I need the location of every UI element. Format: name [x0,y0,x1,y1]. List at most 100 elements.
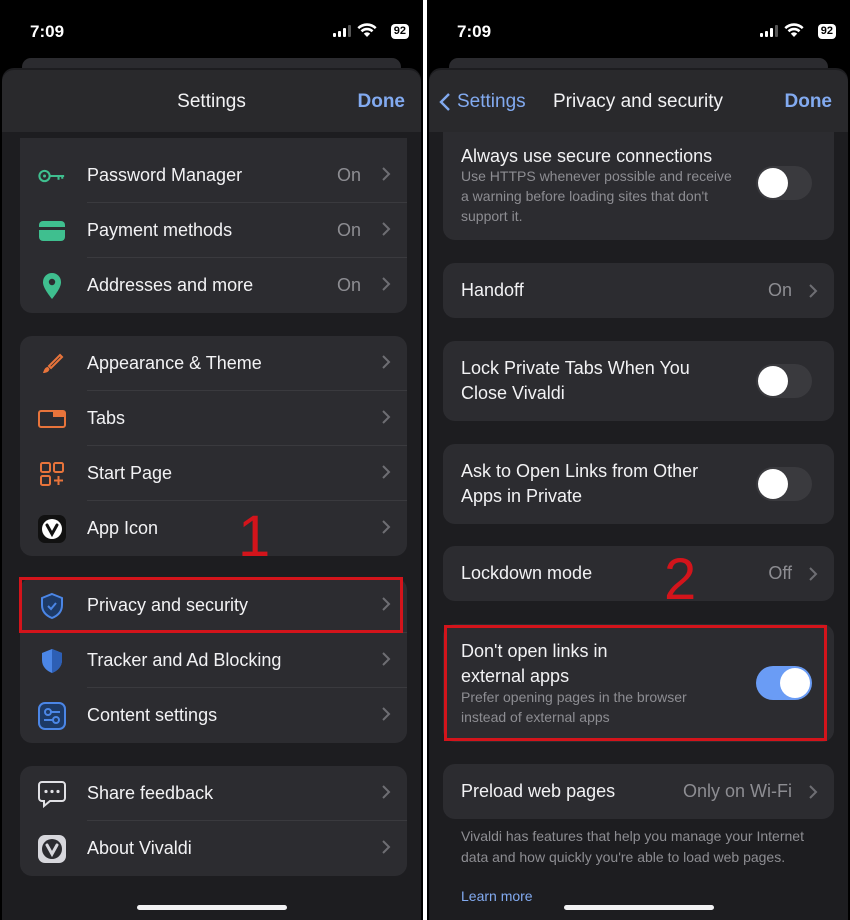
row-title: Preload web pages [461,781,616,801]
settings-row-about-vivaldi[interactable]: About Vivaldi [20,821,407,876]
about-settings-group: Share feedback About Vivaldi [20,766,407,876]
navigation-bar: Settings Privacy and security Done [429,70,848,132]
settings-row-app-icon[interactable]: App Icon [20,501,407,556]
tabs-icon [38,405,66,433]
settings-row-addresses[interactable]: Addresses and more On [20,258,407,313]
chevron-right-icon [809,785,818,799]
lockdown-mode-row[interactable]: Lockdown mode Off [443,546,834,601]
highlight-box-privacy [19,577,403,633]
ask-open-private-row: Ask to Open Links from Other Apps in Pri… [443,444,834,524]
row-label: About Vivaldi [87,838,192,858]
settings-row-password-manager[interactable]: Password Manager On [20,148,407,203]
back-label: Settings [457,91,526,112]
shield-blocker-icon [38,647,66,675]
appearance-settings-group: Appearance & Theme Tabs Start Page App I… [20,336,407,556]
row-label: Password Manager [87,165,243,185]
vivaldi-logo-icon [38,515,66,543]
row-title: Ask to Open Links from Other Apps in Pri… [461,461,699,506]
autofill-settings-group: Password Manager On Payment methods On A… [20,138,407,313]
chevron-right-icon [809,284,818,298]
chevron-right-icon [382,410,391,424]
row-label: Tracker and Ad Blocking [87,650,282,670]
row-label: Tabs [87,408,126,428]
row-subtitle: Use HTTPS whenever possible and receive … [461,168,732,224]
lock-private-tabs-toggle[interactable] [756,364,812,398]
lock-private-tabs-row: Lock Private Tabs When You Close Vivaldi [443,341,834,421]
preload-footer-text: Vivaldi has features that help you manag… [461,828,804,865]
chevron-right-icon [382,785,391,799]
handoff-row[interactable]: Handoff On [443,263,834,318]
chevron-left-icon [439,93,450,111]
left-screenshot: 7:09 92 Settings Done Password Manager O… [0,0,423,920]
navigation-bar: Settings Done [2,70,421,132]
settings-row-start-page[interactable]: Start Page [20,446,407,501]
step-number-1: 1 [238,504,271,569]
row-value: On [336,275,361,295]
row-label: Payment methods [87,220,233,240]
status-time: 7:09 [457,22,492,41]
row-label: Content settings [87,705,218,725]
row-label: Start Page [87,463,173,483]
chevron-right-icon [382,840,391,854]
key-icon [38,162,66,190]
chevron-right-icon [382,652,391,666]
ask-open-private-toggle[interactable] [756,467,812,501]
settings-row-share-feedback[interactable]: Share feedback [20,766,407,821]
settings-row-content-settings[interactable]: Content settings [20,688,407,743]
status-time: 7:09 [30,22,65,41]
chevron-right-icon [382,520,391,534]
done-button[interactable]: Done [785,91,833,113]
done-button[interactable]: Done [358,91,406,113]
wifi-icon [784,23,804,37]
row-title: Lock Private Tabs When You Close Vivaldi [461,358,690,403]
settings-row-appearance[interactable]: Appearance & Theme [20,336,407,391]
settings-row-payment-methods[interactable]: Payment methods On [20,203,407,258]
sliders-icon [38,702,66,730]
start-page-grid-icon [38,460,66,488]
row-title: Handoff [461,280,524,300]
learn-more-link[interactable]: Learn more [461,888,533,904]
chevron-right-icon [382,707,391,721]
row-label: Addresses and more [87,275,254,295]
secure-connections-row: Always use secure connections Use HTTPS … [443,132,834,240]
settings-row-tracker-blocking[interactable]: Tracker and Ad Blocking [20,633,407,688]
home-indicator [563,905,714,910]
status-bar: 7:09 92 [0,0,423,62]
row-value: On [336,165,361,185]
toggle-knob [758,366,788,396]
toggle-knob [758,469,788,499]
step-number-2: 2 [664,547,697,612]
row-label: Appearance & Theme [87,353,262,373]
right-screenshot: 7:09 92 Settings Privacy and security Do… [427,0,850,920]
cellular-signal-icon [760,25,778,37]
highlight-box-external-apps [444,625,827,741]
chevron-right-icon [382,355,391,369]
credit-card-icon [38,217,66,245]
status-bar: 7:09 92 [427,0,850,62]
chevron-right-icon [382,167,391,181]
settings-row-tabs[interactable]: Tabs [20,391,407,446]
preload-pages-row[interactable]: Preload web pages Only on Wi-Fi [443,764,834,819]
toggle-knob [758,168,788,198]
row-label: App Icon [87,518,159,538]
row-value: On [336,220,361,240]
location-pin-icon [38,272,66,300]
wifi-icon [357,23,377,37]
chevron-right-icon [382,465,391,479]
chevron-right-icon [809,567,818,581]
chevron-right-icon [382,222,391,236]
battery-indicator: 92 [390,24,409,39]
vivaldi-logo-icon [38,835,66,863]
row-value: On [767,280,792,300]
back-button[interactable]: Settings [439,91,526,113]
row-label: Share feedback [87,783,214,803]
row-value: Off [768,563,792,583]
battery-indicator: 92 [817,24,836,39]
row-title: Lockdown mode [461,563,593,583]
secure-connections-toggle[interactable] [756,166,812,200]
home-indicator [136,905,287,910]
chevron-right-icon [382,277,391,291]
speech-bubble-icon [38,780,66,808]
row-value: Only on Wi-Fi [682,781,792,801]
cellular-signal-icon [333,25,351,37]
